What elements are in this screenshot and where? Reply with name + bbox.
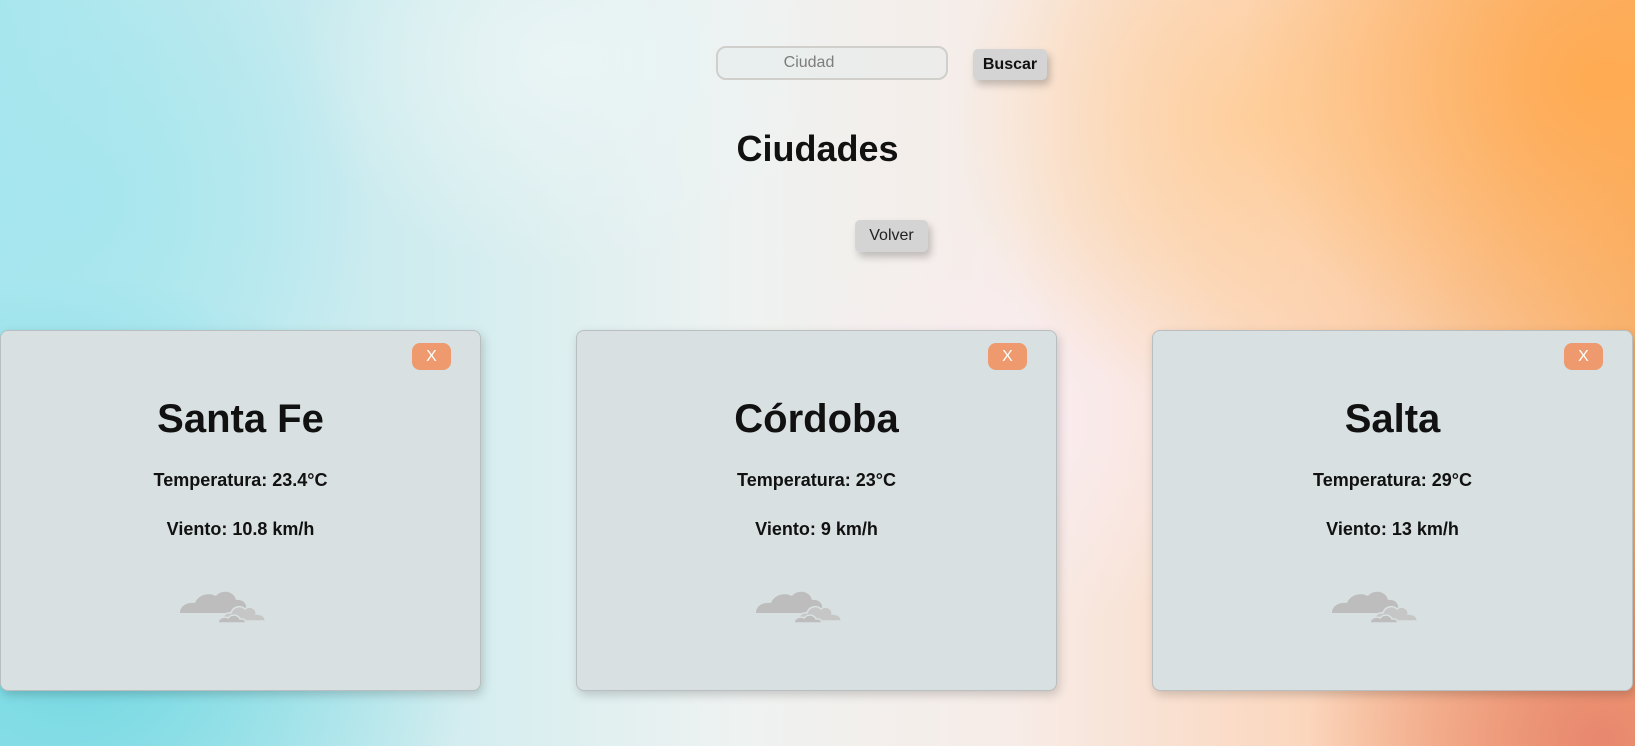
search-button[interactable]: Buscar [973,49,1047,80]
close-card-button[interactable]: X [1564,343,1603,370]
cloudy-icon [1332,591,1418,623]
cloudy-icon [756,591,842,623]
close-card-button[interactable]: X [412,343,451,370]
city-card: X Córdoba Temperatura: 23°C Viento: 9 km… [576,330,1057,691]
city-name: Córdoba [734,397,899,441]
temperature-text: Temperatura: 23°C [737,470,896,490]
city-name: Santa Fe [157,397,324,441]
city-card: X Salta Temperatura: 29°C Viento: 13 km/… [1152,330,1633,691]
temperature-text: Temperatura: 23.4°C [153,470,328,490]
city-name: Salta [1344,397,1441,441]
back-button[interactable]: Volver [855,220,928,252]
close-card-button[interactable]: X [988,343,1027,370]
city-search-input[interactable] [716,46,948,80]
wind-text: Viento: 9 km/h [755,519,878,539]
page-title: Ciudades [736,128,899,169]
wind-text: Viento: 13 km/h [1326,519,1459,539]
temperature-text: Temperatura: 29°C [1313,470,1472,490]
cloudy-icon [180,591,266,623]
city-card: X Santa Fe Temperatura: 23.4°C Viento: 1… [0,330,481,691]
wind-text: Viento: 10.8 km/h [166,519,315,539]
